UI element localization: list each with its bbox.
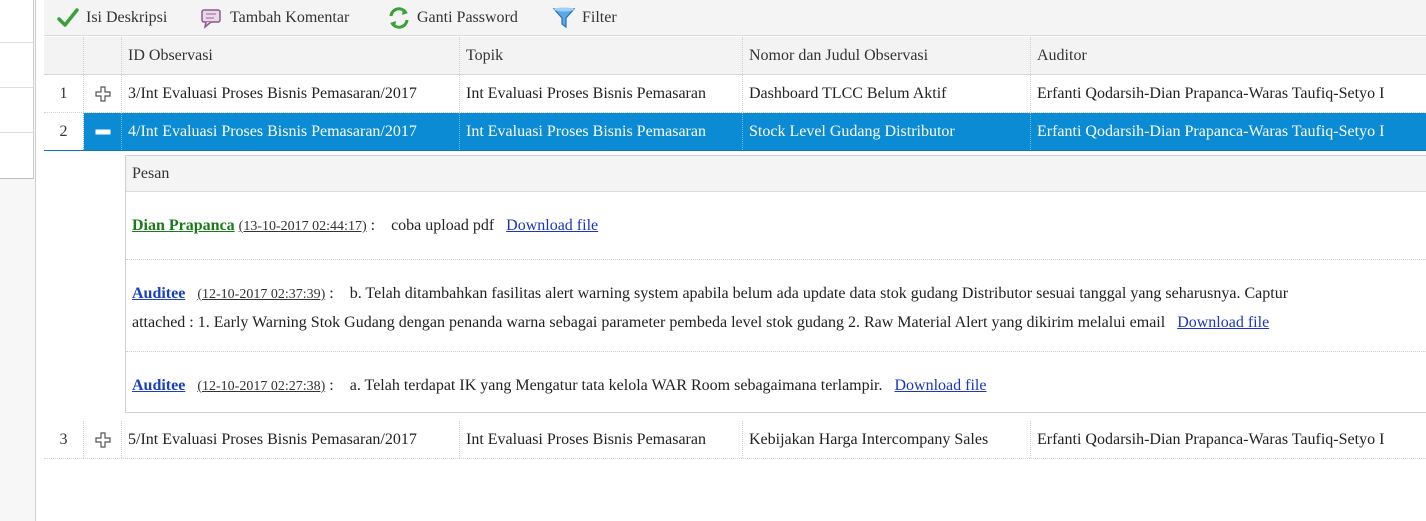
row-number: 3 <box>44 421 84 458</box>
detail-gutter <box>44 151 124 417</box>
expand-button[interactable] <box>84 421 122 458</box>
message-text: a. Telah terdapat IK yang Mengatur tata … <box>349 377 883 394</box>
message-text: coba upload pdf <box>391 217 495 234</box>
download-file-link[interactable]: Download file <box>1177 314 1269 331</box>
message-item: Dian Prapanca (13-10-2017 02:44:17) : co… <box>126 192 1426 260</box>
main-panel: Isi Deskripsi Tambah Komentar Ganti Pass… <box>44 0 1426 521</box>
tambah-komentar-button[interactable]: Tambah Komentar <box>200 0 349 36</box>
header-topik[interactable]: Topik <box>460 37 743 74</box>
download-file-link[interactable]: Download file <box>506 217 598 234</box>
message-text-continued: attached : 1. Early Warning Stok Gudang … <box>132 314 1166 331</box>
funnel-icon <box>552 6 576 30</box>
cell-auditor: Erfanti Qodarsih-Dian Prapanca-Waras Tau… <box>1037 122 1385 140</box>
left-panel-list <box>0 0 34 179</box>
divider <box>0 87 33 88</box>
grid-header: ID Observasi Topik Nomor dan Judul Obser… <box>44 37 1426 75</box>
cell-topik: Int Evaluasi Proses Bisnis Pemasaran <box>460 421 743 458</box>
minus-icon <box>95 129 110 134</box>
ganti-password-button[interactable]: Ganti Password <box>387 0 518 36</box>
message-separator: : <box>370 217 376 234</box>
plus-icon <box>94 85 111 102</box>
refresh-icon <box>387 6 411 30</box>
isi-deskripsi-button[interactable]: Isi Deskripsi <box>56 0 167 36</box>
message-item: Auditee (12-10-2017 02:27:38) : a. Telah… <box>126 352 1426 414</box>
download-file-link[interactable]: Download file <box>895 377 987 394</box>
left-panel <box>0 0 36 521</box>
message-timestamp: (12-10-2017 02:27:38) <box>197 379 326 394</box>
header-rownum <box>44 37 84 74</box>
message-item: Auditee (12-10-2017 02:37:39) : b. Telah… <box>126 260 1426 352</box>
header-nomor-judul[interactable]: Nomor dan Judul Observasi <box>743 37 1031 74</box>
message-panel: Pesan Dian Prapanca (13-10-2017 02:44:17… <box>125 155 1426 413</box>
table-row-selected[interactable]: 2 4/Int Evaluasi Proses Bisnis Pemasaran… <box>44 113 1426 151</box>
cell-id-observasi: 4/Int Evaluasi Proses Bisnis Pemasaran/2… <box>122 113 460 150</box>
message-separator: : <box>329 377 334 394</box>
collapse-button[interactable] <box>84 113 122 150</box>
isi-deskripsi-label: Isi Deskripsi <box>86 9 168 26</box>
cell-topik: Int Evaluasi Proses Bisnis Pemasaran <box>460 113 743 150</box>
filter-label: Filter <box>582 9 617 26</box>
cell-id-observasi: 3/Int Evaluasi Proses Bisnis Pemasaran/2… <box>122 75 460 112</box>
message-author[interactable]: Auditee <box>132 285 185 302</box>
cell-auditor: Erfanti Qodarsih-Dian Prapanca-Waras Tau… <box>1037 84 1385 102</box>
checkmark-icon <box>56 6 80 30</box>
row-number: 1 <box>44 75 84 112</box>
message-timestamp: (12-10-2017 02:37:39) <box>197 287 326 302</box>
message-author[interactable]: Auditee <box>132 377 185 394</box>
cell-id-observasi: 5/Int Evaluasi Proses Bisnis Pemasaran/2… <box>122 421 460 458</box>
header-auditor[interactable]: Auditor <box>1031 37 1426 74</box>
message-timestamp: (13-10-2017 02:44:17) <box>238 219 367 234</box>
comment-icon <box>200 6 224 30</box>
expand-button[interactable] <box>84 75 122 112</box>
cell-auditor: Erfanti Qodarsih-Dian Prapanca-Waras Tau… <box>1037 430 1385 448</box>
toolbar: Isi Deskripsi Tambah Komentar Ganti Pass… <box>44 0 1426 36</box>
cell-topik: Int Evaluasi Proses Bisnis Pemasaran <box>460 75 743 112</box>
table-row[interactable]: 3 5/Int Evaluasi Proses Bisnis Pemasaran… <box>44 421 1426 459</box>
plus-icon <box>94 431 111 448</box>
row-detail: Pesan Dian Prapanca (13-10-2017 02:44:17… <box>44 151 1426 417</box>
cell-judul: Stock Level Gudang Distributor <box>743 113 1031 150</box>
row-number: 2 <box>44 113 84 150</box>
tambah-komentar-label: Tambah Komentar <box>230 9 350 26</box>
header-id-observasi[interactable]: ID Observasi <box>122 37 460 74</box>
table-row[interactable]: 1 3/Int Evaluasi Proses Bisnis Pemasaran… <box>44 75 1426 113</box>
divider <box>0 42 33 43</box>
ganti-password-label: Ganti Password <box>417 9 518 26</box>
cell-judul: Dashboard TLCC Belum Aktif <box>743 75 1031 112</box>
divider <box>0 132 33 133</box>
message-author[interactable]: Dian Prapanca <box>132 217 235 234</box>
message-text: b. Telah ditambahkan fasilitas alert war… <box>349 285 1289 302</box>
header-expand <box>84 37 122 74</box>
cell-judul: Kebijakan Harga Intercompany Sales <box>743 421 1031 458</box>
message-separator: : <box>329 285 334 302</box>
message-panel-header: Pesan <box>126 156 1426 192</box>
filter-button[interactable]: Filter <box>552 0 617 36</box>
